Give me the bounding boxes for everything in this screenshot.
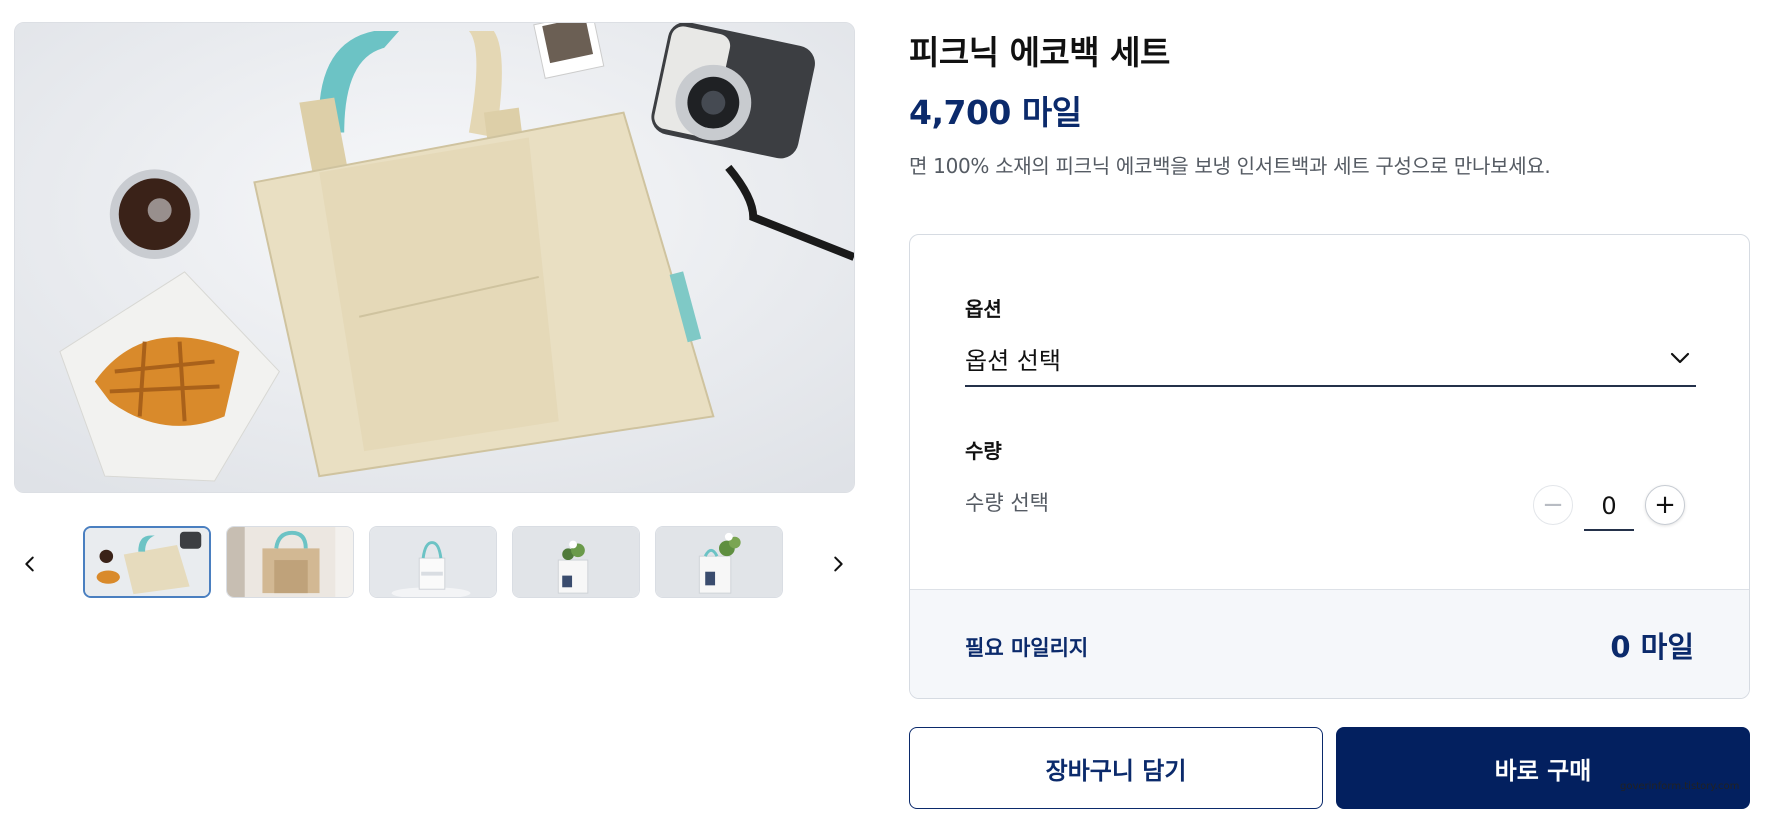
gallery-next-button[interactable]	[820, 546, 856, 582]
quantity-value[interactable]: 0	[1584, 483, 1634, 531]
option-panel: 옵션 옵션 선택 수량 수량 선택 − 0 + 필요 마일리지 0 마일	[909, 234, 1750, 699]
chevron-left-icon	[25, 556, 34, 572]
chevron-down-icon	[1670, 352, 1690, 364]
mileage-summary: 필요 마일리지 0 마일	[910, 589, 1749, 698]
watermark-text: goverinform.tistory.com	[1620, 781, 1740, 792]
quantity-label: 수량	[965, 439, 1002, 463]
thumbnail-3[interactable]	[369, 526, 497, 598]
thumbnail-1[interactable]	[83, 526, 211, 598]
buy-now-button[interactable]: 바로 구매	[1336, 727, 1750, 809]
product-title: 피크닉 에코백 세트	[909, 33, 1170, 72]
option-select[interactable]: 옵션 선택	[965, 331, 1696, 387]
chevron-right-icon	[834, 556, 843, 572]
product-detail-page: 피크닉 에코백 세트 4,700 마일 면 100% 소재의 피크닉 에코백을 …	[0, 0, 1765, 832]
option-label: 옵션	[965, 297, 1002, 321]
gallery-prev-button[interactable]	[12, 546, 48, 582]
quantity-minus-button[interactable]: −	[1533, 485, 1573, 525]
add-to-cart-button[interactable]: 장바구니 담기	[909, 727, 1323, 809]
option-select-value: 옵션 선택	[965, 346, 1061, 375]
thumbnail-2[interactable]	[226, 526, 354, 598]
main-product-image	[14, 22, 855, 493]
quantity-hint: 수량 선택	[965, 491, 1049, 515]
product-price: 4,700 마일	[909, 93, 1082, 132]
thumbnail-5[interactable]	[655, 526, 783, 598]
thumbnail-4[interactable]	[512, 526, 640, 598]
product-description: 면 100% 소재의 피크닉 에코백을 보냉 인서트백과 세트 구성으로 만나보…	[909, 154, 1551, 178]
mileage-value: 0 마일	[1610, 630, 1694, 664]
mileage-label: 필요 마일리지	[965, 636, 1089, 660]
quantity-plus-button[interactable]: +	[1645, 485, 1685, 525]
quantity-stepper: − 0 +	[1533, 483, 1685, 531]
